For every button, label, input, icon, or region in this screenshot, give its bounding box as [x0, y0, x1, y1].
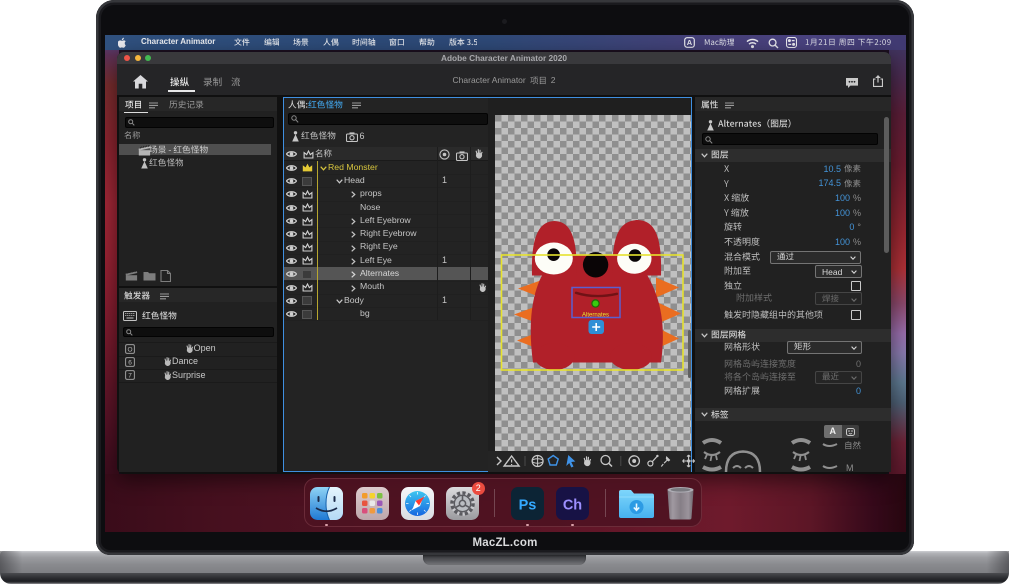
svg-text:O: O: [127, 346, 132, 353]
svg-text:6: 6: [128, 359, 132, 366]
svg-text:Ps: Ps: [519, 498, 537, 514]
svg-text:A: A: [687, 38, 693, 47]
svg-text:Alternates: Alternates: [582, 312, 609, 318]
svg-text:7: 7: [128, 373, 132, 380]
svg-text:Ch: Ch: [563, 498, 582, 514]
